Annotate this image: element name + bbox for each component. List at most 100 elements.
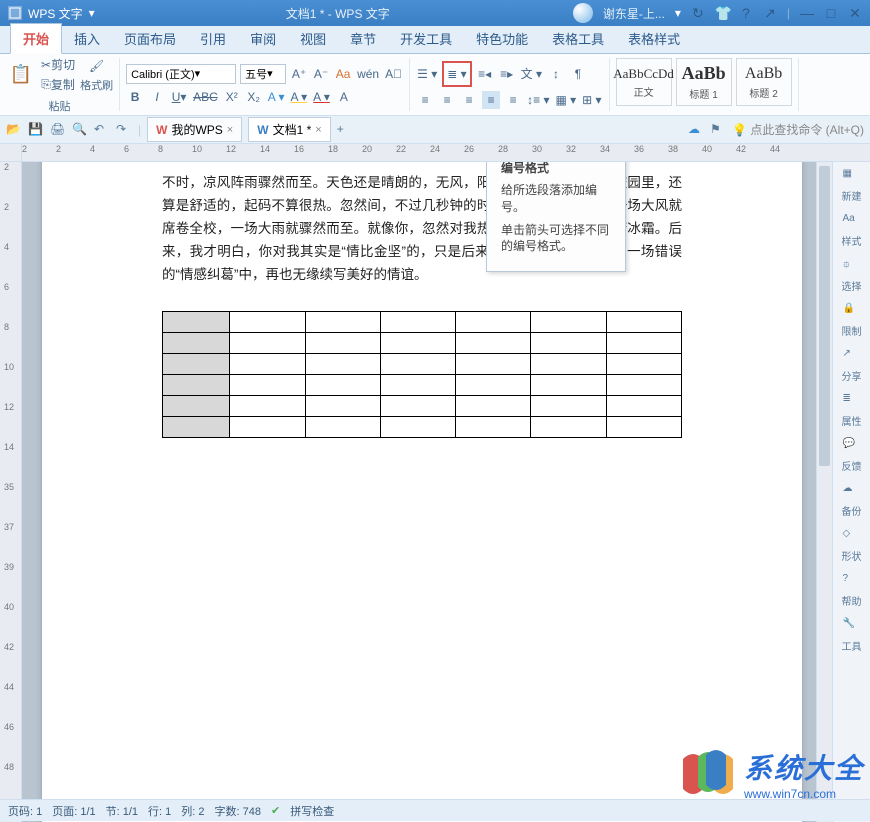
tab-special[interactable]: 特色功能 — [464, 24, 540, 53]
numbering-button-highlighted[interactable]: ≣ ▾ — [442, 61, 471, 87]
sort-icon[interactable]: ↕ — [547, 65, 565, 83]
style-heading1[interactable]: AaBb 标题 1 — [676, 58, 732, 106]
close-button[interactable]: ✕ — [848, 6, 862, 20]
side-item-形状[interactable]: ◇形状 — [842, 528, 862, 563]
table-cell[interactable] — [456, 374, 531, 395]
font-color-icon[interactable]: A ▾ — [312, 88, 331, 106]
font-name-combo[interactable]: Calibri (正文) ▾ — [126, 64, 236, 84]
table-cell[interactable] — [456, 395, 531, 416]
close-icon[interactable]: × — [227, 124, 233, 136]
tab-table-style[interactable]: 表格样式 — [616, 24, 692, 53]
side-item-新建[interactable]: ▦新建 — [842, 168, 862, 203]
shading-icon[interactable]: ▦ ▾ — [554, 91, 577, 109]
table-cell[interactable] — [606, 374, 681, 395]
increase-indent-icon[interactable]: ≡▸ — [498, 65, 516, 83]
text-effects-icon[interactable]: A ▾ — [267, 88, 286, 106]
align-center-icon[interactable]: ≡ — [438, 91, 456, 109]
close-icon[interactable]: × — [315, 124, 321, 136]
table-cell[interactable] — [380, 374, 455, 395]
table-cell[interactable] — [163, 332, 230, 353]
bullet-list-icon[interactable]: ☰ ▾ — [416, 65, 438, 83]
char-shading-icon[interactable]: A — [335, 88, 353, 106]
borders-icon[interactable]: ⊞ ▾ — [581, 91, 602, 109]
side-item-分享[interactable]: ↗分享 — [842, 348, 862, 383]
new-tab-icon[interactable]: + — [337, 122, 353, 138]
table-cell[interactable] — [230, 374, 305, 395]
subscript-icon[interactable]: X₂ — [245, 88, 263, 106]
page[interactable]: 不时，凉风阵雨骤然而至。天色还是晴朗的，无风，阳光正好，鸟语花香的校园里，还算是… — [42, 162, 802, 822]
document-area[interactable]: 不时，凉风阵雨骤然而至。天色还是晴朗的，无风，阳光正好，鸟语花香的校园里，还算是… — [22, 162, 816, 822]
table-cell[interactable] — [456, 311, 531, 332]
text-direction-icon[interactable]: 文 ▾ — [520, 65, 543, 83]
side-item-反馈[interactable]: 💬反馈 — [842, 438, 862, 473]
table-cell[interactable] — [456, 416, 531, 437]
table-cell[interactable] — [305, 311, 380, 332]
status-pages[interactable]: 页面: 1/1 — [52, 803, 95, 819]
flag-icon[interactable]: ⚑ — [710, 122, 726, 138]
sync-icon[interactable]: ↻ — [691, 6, 705, 20]
show-marks-icon[interactable]: ¶ — [569, 65, 587, 83]
table-cell[interactable] — [230, 353, 305, 374]
table-cell[interactable] — [305, 395, 380, 416]
table-cell[interactable] — [531, 353, 606, 374]
scrollbar-thumb[interactable] — [819, 166, 830, 466]
format-painter-icon[interactable]: 🖌 — [88, 57, 106, 75]
table-cell[interactable] — [531, 374, 606, 395]
ruler-horizontal[interactable]: 2246810121416182022242628303234363840424… — [0, 144, 870, 162]
change-case-icon[interactable]: Aa — [334, 65, 352, 83]
table-cell[interactable] — [531, 416, 606, 437]
side-item-限制[interactable]: 🔒限制 — [842, 303, 862, 338]
table-cell[interactable] — [606, 395, 681, 416]
bold-icon[interactable]: B — [126, 88, 144, 106]
decrease-indent-icon[interactable]: ≡◂ — [476, 65, 494, 83]
table-cell[interactable] — [606, 416, 681, 437]
increase-font-icon[interactable]: A⁺ — [290, 65, 308, 83]
side-item-选择[interactable]: ⯐选择 — [842, 258, 862, 293]
skin-icon[interactable]: 👕 — [715, 6, 729, 20]
align-left-icon[interactable]: ≡ — [416, 91, 434, 109]
underline-icon[interactable]: U ▾ — [170, 88, 188, 106]
superscript-icon[interactable]: X² — [223, 88, 241, 106]
table-cell[interactable] — [163, 395, 230, 416]
copy-button[interactable]: ⎘ 复制 — [40, 76, 76, 94]
style-heading2[interactable]: AaBb 标题 2 — [736, 58, 792, 106]
command-search[interactable]: 💡 点此查找命令 (Alt+Q) — [732, 121, 864, 138]
side-item-工具[interactable]: 🔧工具 — [842, 618, 862, 653]
table-cell[interactable] — [163, 374, 230, 395]
phonetic-guide-icon[interactable]: wén — [356, 65, 380, 83]
table-cell[interactable] — [456, 353, 531, 374]
table-cell[interactable] — [531, 395, 606, 416]
side-item-属性[interactable]: ≣属性 — [842, 393, 862, 428]
strikethrough-icon[interactable]: ABC — [192, 88, 219, 106]
status-page[interactable]: 页码: 1 — [8, 803, 42, 819]
table-cell[interactable] — [305, 416, 380, 437]
line-spacing-icon[interactable]: ↕≡ ▾ — [526, 91, 550, 109]
decrease-font-icon[interactable]: A⁻ — [312, 65, 330, 83]
status-words[interactable]: 字数: 748 — [215, 803, 261, 819]
table-cell[interactable] — [606, 353, 681, 374]
style-normal[interactable]: AaBbCcDd 正文 — [616, 58, 672, 106]
table-cell[interactable] — [230, 416, 305, 437]
table-cell[interactable] — [163, 353, 230, 374]
spell-check-icon[interactable]: ✔ — [271, 804, 280, 817]
paste-button[interactable]: 📋 — [6, 60, 36, 90]
table-cell[interactable] — [305, 332, 380, 353]
table-row[interactable] — [163, 311, 682, 332]
vertical-scrollbar[interactable]: ▴ ▾ — [816, 162, 832, 822]
table-cell[interactable] — [380, 332, 455, 353]
open-icon[interactable]: 📂 — [6, 122, 22, 138]
align-right-icon[interactable]: ≡ — [460, 91, 478, 109]
side-item-备份[interactable]: ☁备份 — [842, 483, 862, 518]
table-cell[interactable] — [456, 332, 531, 353]
clear-format-icon[interactable]: A⃠ — [384, 65, 403, 83]
user-avatar[interactable] — [573, 3, 593, 23]
tab-my-wps[interactable]: W我的WPS× — [147, 117, 242, 142]
table-cell[interactable] — [380, 395, 455, 416]
table-cell[interactable] — [230, 332, 305, 353]
table-cell[interactable] — [606, 311, 681, 332]
table-cell[interactable] — [531, 311, 606, 332]
table-row[interactable] — [163, 353, 682, 374]
user-name[interactable]: 谢东星-上... — [603, 5, 665, 22]
table-cell[interactable] — [230, 311, 305, 332]
save-icon[interactable]: 💾 — [28, 122, 44, 138]
